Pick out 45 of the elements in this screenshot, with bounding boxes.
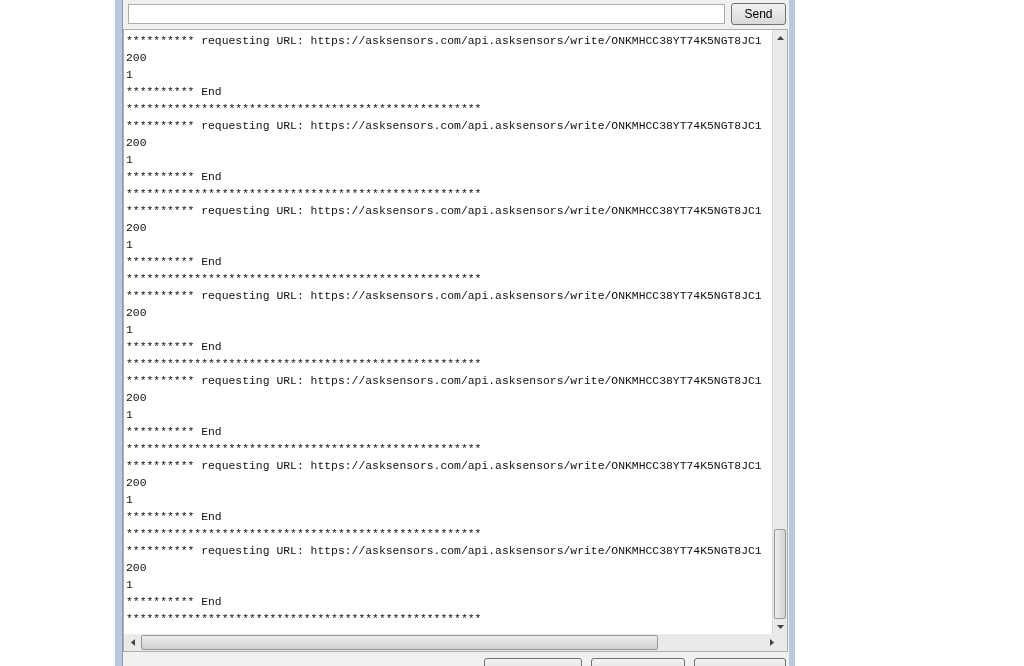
output-line: ********** requesting URL: https://asksensors.com/api.asksensors/write/ONKMHCC38YT74K5NGT8JC1 bbox=[126, 459, 762, 474]
output-line: ********** End bbox=[126, 595, 222, 610]
output-line: ********** requesting URL: https://asksensors.com/api.asksensors/write/ONKMHCC38YT74K5NGT8JC1 bbox=[126, 289, 762, 304]
output-line: **************************************************** bbox=[126, 187, 482, 202]
scroll-left-icon[interactable] bbox=[130, 639, 135, 646]
output-line: 200 bbox=[126, 561, 147, 576]
output-line: 1 bbox=[126, 408, 133, 423]
output-line: 200 bbox=[126, 306, 147, 321]
output-line: **************************************************** bbox=[126, 612, 482, 627]
vertical-scrollbar[interactable] bbox=[772, 30, 787, 634]
scroll-down-icon[interactable] bbox=[776, 624, 784, 629]
send-input-field[interactable] bbox=[128, 4, 725, 24]
output-line: 200 bbox=[126, 391, 147, 406]
output-line: ********** End bbox=[126, 510, 222, 525]
scroll-up-icon[interactable] bbox=[776, 35, 784, 40]
send-button[interactable]: Send bbox=[731, 3, 786, 25]
output-line: **************************************************** bbox=[126, 102, 482, 117]
output-line: 1 bbox=[126, 323, 133, 338]
output-line: ********** requesting URL: https://asksensors.com/api.asksensors/write/ONKMHCC38YT74K5NGT8JC1 bbox=[126, 544, 762, 559]
output-line: **************************************************** bbox=[126, 357, 482, 372]
horizontal-scrollbar[interactable] bbox=[124, 634, 787, 651]
output-line: ********** requesting URL: https://asksensors.com/api.asksensors/write/ONKMHCC38YT74K5NGT8JC1 bbox=[126, 204, 762, 219]
output-line: 200 bbox=[126, 51, 147, 66]
output-line: ********** requesting URL: https://asksensors.com/api.asksensors/write/ONKMHCC38YT74K5NGT8JC1 bbox=[126, 34, 762, 49]
scrollbar-thumb[interactable] bbox=[774, 529, 786, 619]
output-line: ********** End bbox=[126, 425, 222, 440]
output-line: **************************************************** bbox=[126, 527, 482, 542]
output-line: 1 bbox=[126, 578, 133, 593]
output-line: ********** requesting URL: https://asksensors.com/api.asksensors/write/ONKMHCC38YT74K5NGT8JC1 bbox=[126, 374, 762, 389]
output-line: 200 bbox=[126, 136, 147, 151]
output-line: 1 bbox=[126, 493, 133, 508]
output-line: ********** End bbox=[126, 255, 222, 270]
scrollbar-thumb[interactable] bbox=[141, 635, 658, 650]
output-line: 1 bbox=[126, 68, 133, 83]
output-line: ********** End bbox=[126, 85, 222, 100]
output-line: ********** requesting URL: https://asksensors.com/api.asksensors/write/ONKMHCC38YT74K5NGT8JC1 bbox=[126, 119, 762, 134]
scroll-right-icon[interactable] bbox=[770, 639, 774, 646]
output-line: ********** End bbox=[126, 170, 222, 185]
output-line: 200 bbox=[126, 476, 147, 491]
output-line: **************************************************** bbox=[126, 442, 482, 457]
output-line: **************************************************** bbox=[126, 272, 482, 287]
output-line: 200 bbox=[126, 221, 147, 236]
output-line: 1 bbox=[126, 153, 133, 168]
output-line: ********** End bbox=[126, 340, 222, 355]
output-line: 1 bbox=[126, 238, 133, 253]
